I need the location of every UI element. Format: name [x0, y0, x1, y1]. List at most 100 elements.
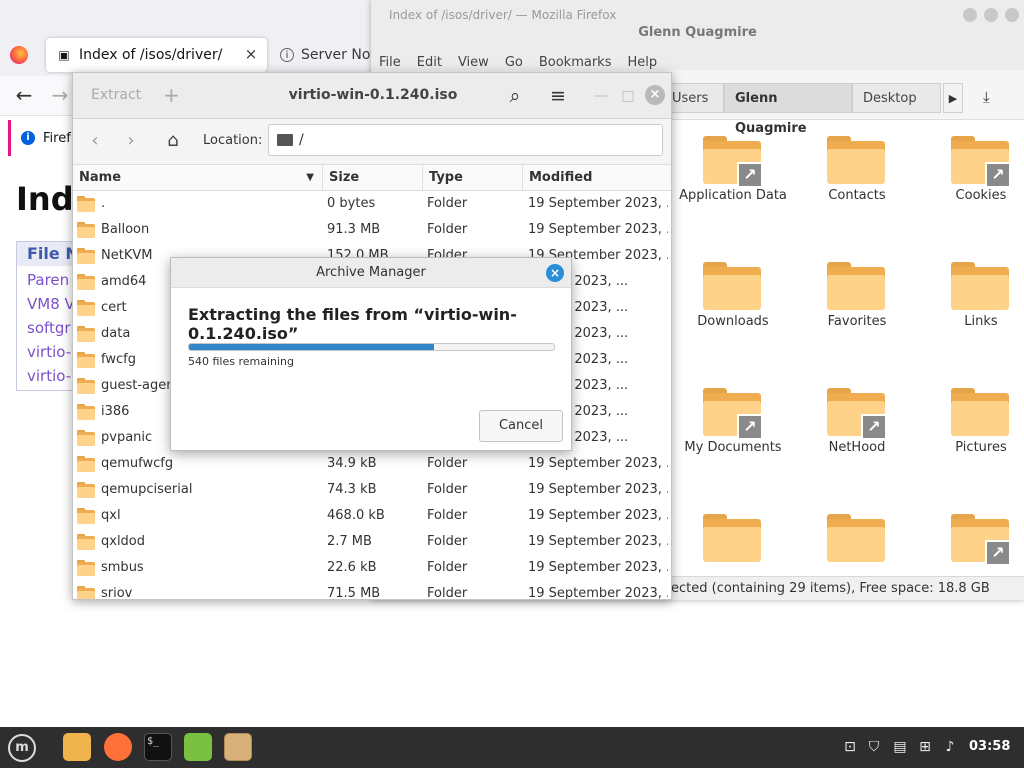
column-size[interactable]: Size [323, 165, 423, 191]
tab-index-of-isos-driver[interactable]: ▣ Index of /isos/driver/ × [46, 38, 267, 72]
hamburger-menu-icon[interactable]: ≡ [545, 83, 571, 109]
menu-help[interactable]: Help [627, 55, 657, 71]
close-icon[interactable]: × [243, 46, 259, 62]
link-virtio-1[interactable]: virtio- [27, 343, 71, 361]
minimize-icon[interactable]: — [588, 83, 614, 109]
desktop-folder-item[interactable]: Links [919, 254, 1024, 380]
breadcrumb-desktop[interactable]: Desktop [852, 83, 941, 113]
folder-icon [77, 560, 95, 576]
files-app-icon[interactable] [63, 733, 91, 761]
desktop-folder-item[interactable]: Favorites [795, 254, 919, 380]
desktop-folder-item[interactable] [795, 506, 919, 632]
symlink-arrow-icon: ↗ [737, 414, 763, 440]
file-size: 71.5 MB [327, 586, 381, 599]
file-row[interactable]: qxldod 2.7 MB Folder 19 September 2023, ... [73, 529, 671, 555]
desktop-folder-item[interactable]: Downloads [671, 254, 795, 380]
file-name: qxl [101, 508, 121, 523]
desktop-folder-item[interactable]: ↗ Cookies [919, 128, 1024, 254]
menu-edit[interactable]: Edit [417, 55, 442, 71]
file-row[interactable]: smbus 22.6 kB Folder 19 September 2023, ... [73, 555, 671, 581]
column-modified[interactable]: Modified [523, 165, 671, 191]
link-parent[interactable]: Paren [27, 271, 69, 289]
mint-menu-icon[interactable]: m [8, 734, 36, 762]
desktop-folder-item[interactable]: ↗ [919, 506, 1024, 632]
file-size: 74.3 kB [327, 482, 377, 497]
folder-icon [77, 352, 95, 368]
firefox-icon[interactable] [10, 46, 28, 64]
maximize-button[interactable] [984, 8, 998, 22]
firefox-app-icon[interactable] [104, 733, 132, 761]
column-name[interactable]: Name ▼ [73, 165, 323, 191]
breadcrumb-glenn-quagmire[interactable]: Glenn Quagmire [724, 83, 852, 136]
clipboard-icon[interactable]: ▤ [890, 737, 910, 757]
link-vm8[interactable]: VM8 V [27, 295, 75, 313]
location-input[interactable]: / [268, 124, 663, 156]
extract-button[interactable]: Extract [91, 87, 141, 103]
add-files-button[interactable]: + [163, 83, 180, 107]
desktop-folder-item[interactable]: ↗ My Documents [671, 380, 795, 506]
folder-icon [77, 534, 95, 550]
cancel-button[interactable]: Cancel [479, 410, 563, 442]
archive-manager-app-icon[interactable] [224, 733, 252, 761]
progress-bar [188, 343, 555, 351]
close-icon[interactable]: × [546, 264, 564, 282]
location-label: Location: [203, 133, 263, 148]
search-icon[interactable]: ⌕ [502, 83, 528, 109]
desktop-folder-item[interactable]: ↗ Application Data [671, 128, 795, 254]
folder-icon [827, 514, 885, 562]
menu-go[interactable]: Go [505, 55, 523, 71]
file-type: Folder [427, 456, 468, 471]
folder-icon [77, 430, 95, 446]
file-modified: 19 September 2023, ... [528, 482, 668, 497]
file-row[interactable]: qemufwcfg 34.9 kB Folder 19 September 2023,… [73, 451, 671, 477]
home-icon[interactable]: ⌂ [161, 129, 185, 153]
file-row[interactable]: qxl 468.0 kB Folder 19 September 2023, ... [73, 503, 671, 529]
menu-bookmarks[interactable]: Bookmarks [539, 55, 612, 71]
tab-label: Index of /isos/driver/ [79, 47, 223, 63]
file-type: Folder [427, 586, 468, 599]
desktop-folder-item[interactable]: ↗ NetHood [795, 380, 919, 506]
close-icon[interactable]: × [645, 85, 665, 105]
forward-arrow-icon[interactable]: › [119, 129, 143, 153]
file-name: qemupciserial [101, 482, 193, 497]
forward-arrow-icon[interactable]: → [48, 84, 72, 108]
folder-icon [77, 326, 95, 342]
folder-icon: ↗ [703, 388, 763, 440]
menu-view[interactable]: View [458, 55, 489, 71]
back-arrow-icon[interactable]: ‹ [83, 129, 107, 153]
software-manager-app-icon[interactable] [184, 733, 212, 761]
folder-icon: ↗ [827, 388, 887, 440]
shield-icon[interactable]: ⛉ [864, 737, 884, 757]
desktop-folder-item[interactable] [671, 506, 795, 632]
file-row[interactable]: qemupciserial 74.3 kB Folder 19 September 2… [73, 477, 671, 503]
file-name: Balloon [101, 222, 150, 237]
page-icon: ▣ [58, 48, 70, 62]
file-row[interactable]: sriov 71.5 MB Folder 19 September 2023, ... [73, 581, 671, 599]
column-header-row: Name ▼ Size Type Modified [73, 165, 671, 191]
column-type[interactable]: Type [423, 165, 523, 191]
link-virtio-2[interactable]: virtio- [27, 367, 71, 385]
network-icon[interactable]: ⊞ [915, 737, 935, 757]
desktop-folder-item[interactable]: Pictures [919, 380, 1024, 506]
close-button[interactable] [1005, 8, 1019, 22]
desktop-folder-item[interactable]: Contacts [795, 128, 919, 254]
folder-icon [77, 378, 95, 394]
back-arrow-icon[interactable]: ← [12, 84, 36, 108]
file-modified: 19 September 2023, ... [528, 196, 668, 211]
minimize-button[interactable] [963, 8, 977, 22]
extract-progress-dialog: Archive Manager × Extracting the files f… [170, 257, 572, 451]
restore-icon[interactable]: ⤓ [983, 88, 990, 106]
link-softgpu[interactable]: softgr [27, 319, 71, 337]
file-type: Folder [427, 196, 468, 211]
file-size: 468.0 kB [327, 508, 385, 523]
maximize-icon[interactable]: □ [615, 83, 641, 109]
file-row[interactable]: . 0 bytes Folder 19 September 2023, ... [73, 191, 671, 217]
terminal-app-icon[interactable]: $_ [144, 733, 172, 761]
volume-icon[interactable]: ♪ [940, 737, 960, 757]
clock[interactable]: 03:58 [969, 739, 1010, 754]
file-row[interactable]: Balloon 91.3 MB Folder 19 September 2023, .… [73, 217, 671, 243]
menu-file[interactable]: File [379, 55, 401, 71]
breadcrumb-next-icon[interactable]: ▶ [943, 83, 963, 113]
file-name: qxldod [101, 534, 146, 549]
update-icon[interactable]: ⊡ [840, 737, 860, 757]
